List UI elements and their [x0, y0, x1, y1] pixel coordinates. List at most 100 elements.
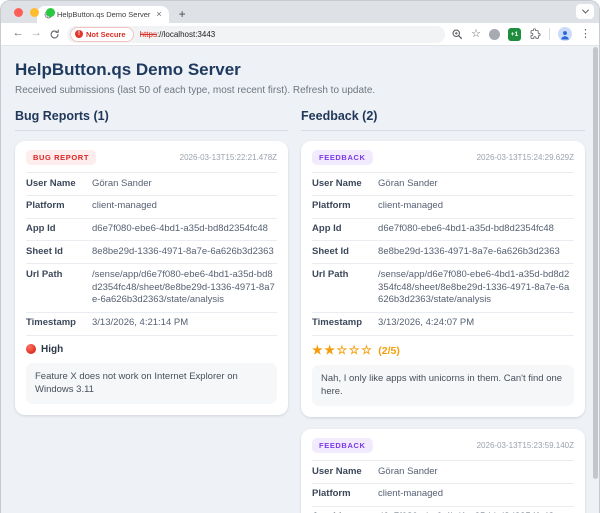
red-circle-icon: [26, 344, 36, 354]
window-minimize-button[interactable]: [30, 8, 39, 17]
tab-close-icon[interactable]: ×: [156, 10, 161, 19]
feedback-card: FEEDBACK 2026-03-13T15:23:59.140Z User N…: [301, 429, 585, 513]
field-row: Platform client-managed: [26, 196, 277, 219]
iso-timestamp: 2026-03-13T15:23:59.140Z: [477, 441, 574, 450]
card-header: BUG REPORT 2026-03-13T15:22:21.478Z: [26, 150, 277, 165]
profile-avatar[interactable]: [558, 27, 572, 41]
field-row: User Name Göran Sander: [26, 173, 277, 196]
field-value: d6e7f080-ebe6-4bd1-a35d-bd8d2354fc48: [92, 223, 277, 236]
field-row: Platform client-managed: [312, 196, 574, 219]
toolbar-actions: ☆ +1 ⋮: [451, 27, 591, 41]
field-label: Timestamp: [312, 317, 378, 330]
url-text: https://localhost:3443: [140, 30, 216, 39]
field-value: Göran Sander: [378, 466, 574, 479]
page-content: HelpButton.qs Demo Server Received submi…: [1, 46, 599, 513]
zoom-magnifier-icon[interactable]: [451, 28, 463, 40]
not-secure-chip[interactable]: ! Not Secure: [70, 27, 134, 42]
field-label: App Id: [312, 223, 378, 236]
field-row: Url Path /sense/app/d6e7f080-ebe6-4bd1-a…: [312, 264, 574, 312]
page-title: HelpButton.qs Demo Server: [15, 60, 585, 80]
not-secure-label: Not Secure: [86, 30, 126, 39]
field-row: App Id d6e7f080-ebe6-4bd1-a35d-bd8d2354f…: [26, 219, 277, 242]
field-value: /sense/app/d6e7f080-ebe6-4bd1-a35d-bd8d2…: [378, 269, 574, 307]
field-value: 3/13/2026, 4:21:14 PM: [92, 317, 277, 330]
tab-strip: HelpButton.qs Demo Server × +: [1, 1, 599, 23]
new-tab-button[interactable]: +: [179, 8, 186, 20]
field-label: Timestamp: [26, 317, 92, 330]
feedback-badge: FEEDBACK: [312, 438, 372, 453]
page-scrollbar: [593, 47, 598, 513]
back-button[interactable]: ←: [9, 28, 27, 40]
feedback-comment: Nah, I only like apps with unicorns in t…: [312, 365, 574, 407]
field-label: Platform: [26, 200, 92, 213]
field-row: User Name Göran Sander: [312, 461, 574, 484]
scrollbar-thumb[interactable]: [593, 47, 598, 479]
bug-reports-heading: Bug Reports (1): [15, 109, 288, 131]
browser-toolbar: ← → ! Not Secure https://localhost:3443 …: [1, 23, 599, 46]
field-label: User Name: [26, 178, 92, 191]
toolbar-divider: [549, 28, 550, 40]
window-maximize-button[interactable]: [46, 8, 55, 17]
field-value: Göran Sander: [378, 178, 574, 191]
field-label: Platform: [312, 488, 378, 501]
forward-button[interactable]: →: [27, 28, 45, 40]
address-bar[interactable]: ! Not Secure https://localhost:3443: [67, 26, 445, 43]
field-value: Göran Sander: [92, 178, 277, 191]
chevron-down-icon: [581, 7, 588, 14]
card-header: FEEDBACK 2026-03-13T15:23:59.140Z: [312, 438, 574, 453]
iso-timestamp: 2026-03-13T15:22:21.478Z: [180, 153, 277, 162]
bug-report-badge: BUG REPORT: [26, 150, 96, 165]
star-rating-icons: ★★☆☆☆: [312, 343, 373, 357]
field-row: App Id d6e7f080-ebe6-4bd1-a35d-bd8d2354f…: [312, 219, 574, 242]
url-scheme-struck: https: [140, 30, 157, 39]
bookmark-star-icon[interactable]: ☆: [471, 29, 481, 40]
field-value: client-managed: [92, 200, 277, 213]
url-rest: ://localhost:3443: [157, 30, 215, 39]
field-label: Url Path: [312, 269, 378, 307]
field-value: /sense/app/d6e7f080-ebe6-4bd1-a35d-bd8d2…: [92, 269, 277, 307]
field-row: App Id d6e7f080-ebe6-4bd1-a35d-bd8d2354f…: [312, 507, 574, 513]
field-row: Timestamp 3/13/2026, 4:21:14 PM: [26, 313, 277, 336]
rating-label: (2/5): [378, 345, 400, 357]
field-value: 8e8be29d-1336-4971-8a7e-6a626b3d2363: [92, 246, 277, 259]
page-subtitle: Received submissions (last 50 of each ty…: [15, 85, 585, 96]
extension-circle-icon[interactable]: [489, 29, 500, 40]
reload-button[interactable]: [45, 29, 63, 40]
field-value: 3/13/2026, 4:24:07 PM: [378, 317, 574, 330]
field-label: Sheet Id: [26, 246, 92, 259]
field-row: Sheet Id 8e8be29d-1336-4971-8a7e-6a626b3…: [312, 241, 574, 264]
field-table: User Name Göran Sander Platform client-m…: [312, 460, 574, 513]
severity-row: High: [26, 344, 277, 355]
feedback-heading: Feedback (2): [301, 109, 585, 131]
field-row: Platform client-managed: [312, 484, 574, 507]
browser-window: HelpButton.qs Demo Server × + ← → ! Not …: [0, 0, 600, 513]
bug-report-card: BUG REPORT 2026-03-13T15:22:21.478Z User…: [15, 141, 288, 415]
window-controls: [14, 8, 55, 17]
browser-tab[interactable]: HelpButton.qs Demo Server ×: [37, 6, 169, 23]
rating-row: ★★☆☆☆ (2/5): [312, 343, 574, 357]
window-close-button[interactable]: [14, 8, 23, 17]
bug-description: Feature X does not work on Internet Expl…: [26, 363, 277, 405]
browser-menu-icon[interactable]: ⋮: [580, 29, 591, 40]
iso-timestamp: 2026-03-13T15:24:29.629Z: [477, 153, 574, 162]
field-label: Url Path: [26, 269, 92, 307]
field-row: Url Path /sense/app/d6e7f080-ebe6-4bd1-a…: [26, 264, 277, 312]
tab-search-button[interactable]: [576, 4, 594, 19]
reload-icon: [49, 29, 60, 40]
feedback-column: Feedback (2) FEEDBACK 2026-03-13T15:24:2…: [301, 109, 585, 513]
feedback-badge: FEEDBACK: [312, 150, 372, 165]
feedback-card: FEEDBACK 2026-03-13T15:24:29.629Z User N…: [301, 141, 585, 417]
extensions-puzzle-icon[interactable]: [529, 28, 541, 40]
field-label: Platform: [312, 200, 378, 213]
extension-badge-icon[interactable]: +1: [508, 28, 521, 41]
tab-title: HelpButton.qs Demo Server: [57, 10, 150, 19]
bug-reports-column: Bug Reports (1) BUG REPORT 2026-03-13T15…: [15, 109, 288, 513]
field-row: Timestamp 3/13/2026, 4:24:07 PM: [312, 313, 574, 336]
field-value: 8e8be29d-1336-4971-8a7e-6a626b3d2363: [378, 246, 574, 259]
warning-icon: !: [75, 30, 83, 38]
field-label: Sheet Id: [312, 246, 378, 259]
field-table: User Name Göran Sander Platform client-m…: [26, 172, 277, 336]
field-value: client-managed: [378, 200, 574, 213]
field-label: User Name: [312, 466, 378, 479]
field-table: User Name Göran Sander Platform client-m…: [312, 172, 574, 336]
